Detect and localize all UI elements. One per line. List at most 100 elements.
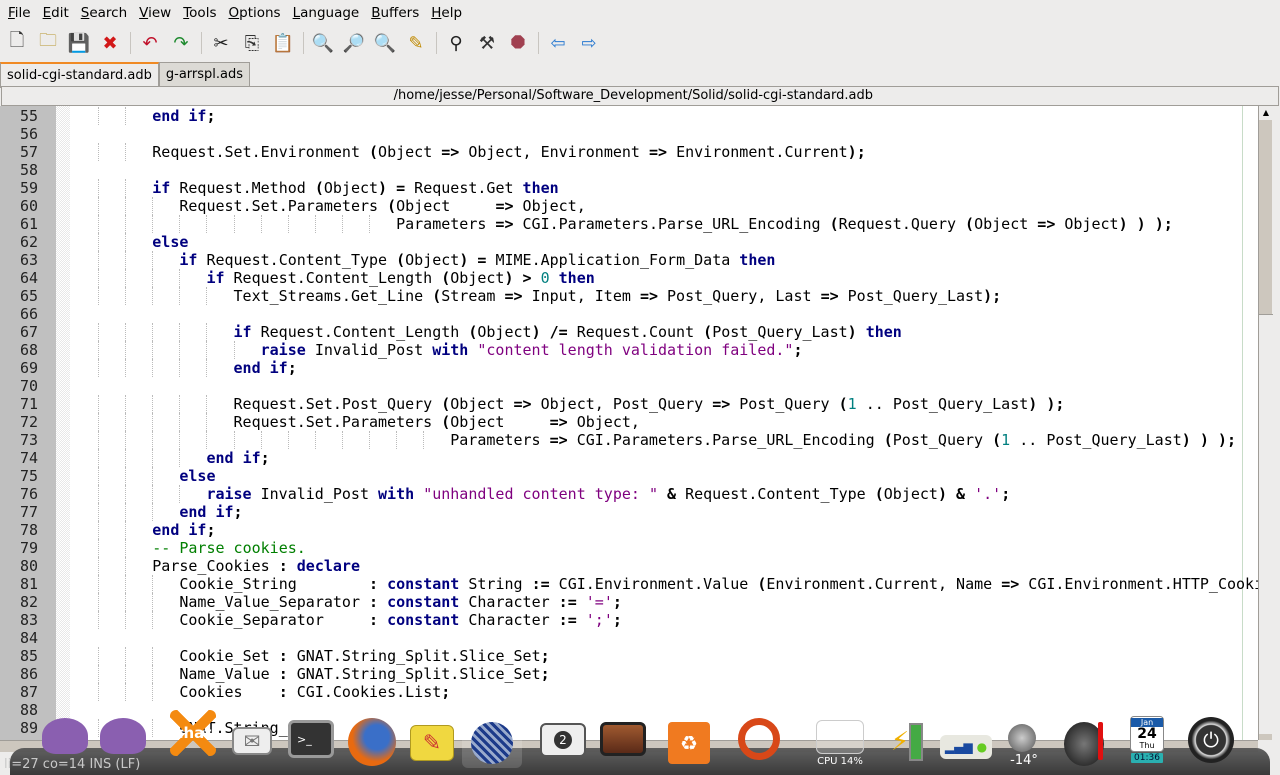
indent-guide	[125, 683, 127, 701]
toolbar-separator	[303, 32, 304, 54]
network-icon[interactable]: ▂▄▆ ●	[940, 735, 992, 759]
indent-guide	[98, 251, 100, 269]
paste-icon[interactable]: 📋	[270, 30, 296, 56]
indent-guide	[98, 593, 100, 611]
menu-language[interactable]: Language	[287, 5, 366, 21]
tab-g-arrspl[interactable]: g-arrspl.ads	[158, 62, 251, 88]
indent-guide	[125, 449, 127, 467]
line-number: 78	[19, 521, 38, 539]
pidgin-chat-icon[interactable]	[100, 718, 146, 754]
indent-guide	[260, 215, 262, 233]
close-icon[interactable]: ✖	[97, 30, 123, 56]
redo-icon[interactable]: ↷	[168, 30, 194, 56]
scrollbar-thumb[interactable]	[1259, 314, 1273, 734]
line-number: 76	[19, 485, 38, 503]
menu-buffers[interactable]: Buffers	[365, 5, 425, 21]
indent-guide	[152, 683, 154, 701]
toolbar: 🗋 🗀 💾 ✖ ↶ ↷ ✂ ⎘ 📋 🔍 🔎 🔍 ✎ ⚲ ⚒ ⯃ ⇦ ⇨	[0, 28, 607, 58]
find-icon[interactable]: 🔍	[310, 30, 336, 56]
indent-guide	[179, 431, 181, 449]
copy-icon[interactable]: ⎘	[239, 30, 265, 56]
indent-guide	[98, 503, 100, 521]
new-file-icon[interactable]: 🗋	[4, 30, 30, 56]
binoculars-icon[interactable]: ⚲	[443, 30, 469, 56]
menu-help[interactable]: Help	[425, 5, 468, 21]
window-preview-icon[interactable]	[600, 722, 646, 756]
indent-guide	[98, 197, 100, 215]
sphere-app-icon[interactable]	[462, 718, 522, 768]
indent-guide	[125, 557, 127, 575]
toolbar-separator	[538, 32, 539, 54]
indent-guide	[233, 431, 235, 449]
code-text: if Request.Content_Length (Object) > 0 t…	[206, 269, 595, 287]
indent-guide	[341, 215, 343, 233]
indent-guide	[152, 323, 154, 341]
menu-search[interactable]: Search	[75, 5, 133, 21]
next-buffer-icon[interactable]: ⇨	[576, 30, 602, 56]
find-previous-icon[interactable]: 🔍	[372, 30, 398, 56]
indent-guide	[206, 413, 208, 431]
indent-guide	[98, 215, 100, 233]
clock-label: 01:36	[1131, 753, 1163, 763]
pidgin-icon[interactable]	[42, 718, 88, 754]
cut-icon[interactable]: ✂	[208, 30, 234, 56]
find-next-icon[interactable]: 🔎	[341, 30, 367, 56]
power-icon[interactable]: ⏻	[1188, 717, 1234, 763]
workspace-switcher[interactable]: 2	[540, 723, 586, 757]
status-bar: li=27 co=14 INS (LF)	[4, 757, 141, 772]
trash-icon[interactable]: ♻	[668, 722, 710, 764]
volume-level-bar[interactable]	[1098, 722, 1103, 760]
indent-guide	[98, 287, 100, 305]
long-line-marker	[1242, 106, 1243, 740]
tab-solid-cgi-standard[interactable]: solid-cgi-standard.adb	[0, 62, 159, 88]
line-number: 64	[19, 269, 38, 287]
indent-guide	[206, 395, 208, 413]
terminal-icon[interactable]: >_	[288, 720, 334, 758]
menu-options[interactable]: Options	[222, 5, 286, 21]
indent-guide	[314, 431, 316, 449]
code-text: if Request.Content_Length (Object) /= Re…	[233, 323, 902, 341]
calendar-icon[interactable]: Jan 24 Thu	[1130, 716, 1164, 752]
indent-guide	[152, 611, 154, 629]
indent-guide	[125, 431, 127, 449]
indent-guide	[125, 197, 127, 215]
indent-guide	[98, 179, 100, 197]
mail-icon[interactable]: ✉	[232, 727, 272, 755]
menu-file[interactable]: File	[2, 5, 37, 21]
vertical-scrollbar[interactable]: ▲	[1258, 106, 1273, 740]
indent-guide	[233, 341, 235, 359]
code-text: Cookie_Set : GNAT.String_Split.Slice_Set…	[179, 647, 550, 665]
previous-buffer-icon[interactable]: ⇦	[545, 30, 571, 56]
menu-tools[interactable]: Tools	[177, 5, 222, 21]
indent-guide	[179, 287, 181, 305]
indent-guide	[152, 665, 154, 683]
code-editor[interactable]: 55 end if; 56 57 Request.Set.Environment (Ob…	[0, 106, 1258, 740]
indent-guide	[125, 485, 127, 503]
indent-guide	[152, 395, 154, 413]
xchat-label: chat	[174, 724, 212, 742]
temperature-label: -14°	[1010, 752, 1038, 768]
code-text: Request.Set.Environment (Object => Objec…	[152, 143, 866, 161]
replace-icon[interactable]: ✎	[403, 30, 429, 56]
notes-icon[interactable]: ✎	[410, 725, 454, 761]
build-icon[interactable]: ⚒	[474, 30, 500, 56]
indent-guide	[125, 611, 127, 629]
indent-guide	[125, 269, 127, 287]
xchat-icon[interactable]: chat	[170, 710, 216, 756]
menu-view[interactable]: View	[133, 5, 177, 21]
open-folder-icon[interactable]: 🗀	[35, 30, 61, 56]
line-number: 74	[19, 449, 38, 467]
menu-edit[interactable]: Edit	[37, 5, 75, 21]
scroll-up-arrow-icon[interactable]: ▲	[1259, 106, 1273, 120]
indent-guide	[98, 143, 100, 161]
ubuntu-icon[interactable]	[738, 718, 780, 760]
save-icon[interactable]: 💾	[66, 30, 92, 56]
firefox-icon[interactable]	[348, 718, 396, 766]
code-text: else	[179, 467, 216, 485]
indent-guide	[98, 611, 100, 629]
fold-margin[interactable]	[56, 106, 70, 740]
stop-icon[interactable]: ⯃	[505, 30, 531, 56]
indent-guide	[152, 485, 154, 503]
undo-icon[interactable]: ↶	[137, 30, 163, 56]
indent-guide	[206, 323, 208, 341]
